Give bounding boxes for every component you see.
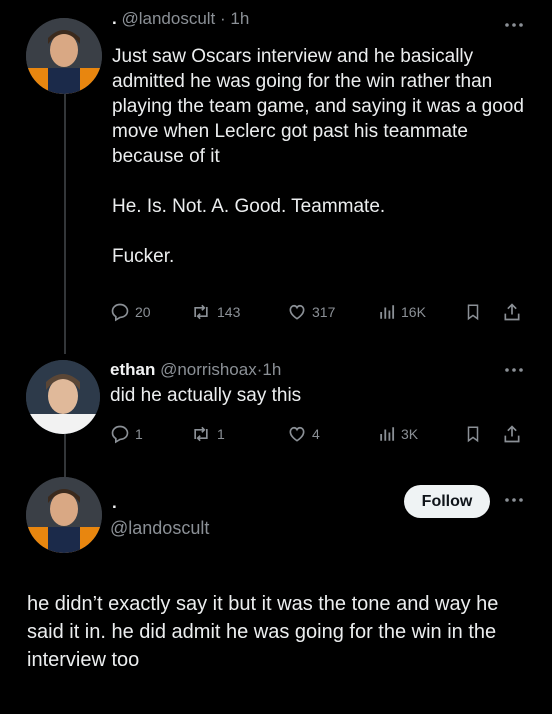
tweet2-repost-button[interactable]: 1 <box>190 423 225 445</box>
tweet2-header: ethan @norrishoax·1h <box>110 359 281 381</box>
tweet1-like-button[interactable]: 317 <box>287 301 335 323</box>
more-icon[interactable] <box>502 364 526 376</box>
tweet2-time[interactable]: 1h <box>262 360 281 379</box>
bar-chart-icon <box>380 305 395 319</box>
tweet2-bookmark-button[interactable] <box>464 423 482 445</box>
tweet1-paragraph-3: Fucker. <box>112 246 175 267</box>
tweet2-repost-count: 1 <box>217 426 225 442</box>
tweet2-reply-button[interactable]: 1 <box>110 423 143 445</box>
bar-chart-icon <box>380 427 395 441</box>
heart-icon <box>289 426 305 442</box>
tweet2-like-button[interactable]: 4 <box>287 423 320 445</box>
more-icon[interactable] <box>502 494 526 506</box>
thread-line-1 <box>64 82 66 354</box>
tweet1-display-name[interactable]: . <box>112 9 117 28</box>
bookmark-icon <box>467 304 479 321</box>
tweet1-views-button[interactable]: 16K <box>378 301 426 323</box>
tweet1-reply-count: 20 <box>135 304 151 320</box>
heart-icon <box>289 304 305 320</box>
bookmark-icon <box>467 426 479 443</box>
tweet2-views-button[interactable]: 3K <box>378 423 418 445</box>
tweet2-share-button[interactable] <box>502 423 522 445</box>
focused-handle[interactable]: @landoscult <box>110 517 209 539</box>
tweet2-actions: 1 1 4 3K <box>110 423 530 445</box>
tweet1-time[interactable]: 1h <box>230 9 249 28</box>
tweet1-share-button[interactable] <box>502 301 522 323</box>
tweet2-text: did he actually say this <box>110 385 302 406</box>
repost-arrows-icon <box>194 304 208 320</box>
tweet1-repost-count: 143 <box>217 304 241 320</box>
more-icon[interactable] <box>502 19 526 31</box>
avatar-landoscult-focused[interactable] <box>26 477 102 553</box>
follow-button[interactable]: Follow <box>404 485 490 518</box>
tweet2-reply-count: 1 <box>135 426 143 442</box>
tweet1-paragraph-2: He. Is. Not. A. Good. Teammate. <box>112 196 386 217</box>
tweet2-handle[interactable]: @norrishoax <box>160 360 257 379</box>
tweet1-handle[interactable]: @landoscult <box>121 9 215 28</box>
speech-bubble-icon <box>111 303 129 322</box>
tweet1-paragraph-1: Just saw Oscars interview and he basical… <box>112 46 524 167</box>
repost-arrows-icon <box>194 426 208 442</box>
tweet1-bookmark-button[interactable] <box>464 301 482 323</box>
focused-tweet-text: he didn’t exactly say it but it was the … <box>27 593 499 671</box>
tweet1-separator: · <box>220 9 226 28</box>
tweet1-reply-button[interactable]: 20 <box>110 301 151 323</box>
share-upload-icon <box>504 425 520 443</box>
focused-display-name[interactable]: . <box>112 492 117 514</box>
avatar-landoscult[interactable] <box>26 18 102 94</box>
tweet2-display-name[interactable]: ethan <box>110 360 155 379</box>
tweet1-text: Just saw Oscars interview and he basical… <box>112 44 532 269</box>
tweet2-like-count: 4 <box>312 426 320 442</box>
tweet1-view-count: 16K <box>401 304 426 320</box>
tweet1-like-count: 317 <box>312 304 336 320</box>
share-upload-icon <box>504 303 520 321</box>
tweet1-header: . @landoscult · 1h <box>112 8 249 30</box>
speech-bubble-icon <box>111 425 129 444</box>
tweet1-repost-button[interactable]: 143 <box>190 301 240 323</box>
tweet2-view-count: 3K <box>401 426 419 442</box>
avatar-norrishoax[interactable] <box>26 360 100 434</box>
tweet1-actions: 20 143 317 16K <box>110 301 530 323</box>
